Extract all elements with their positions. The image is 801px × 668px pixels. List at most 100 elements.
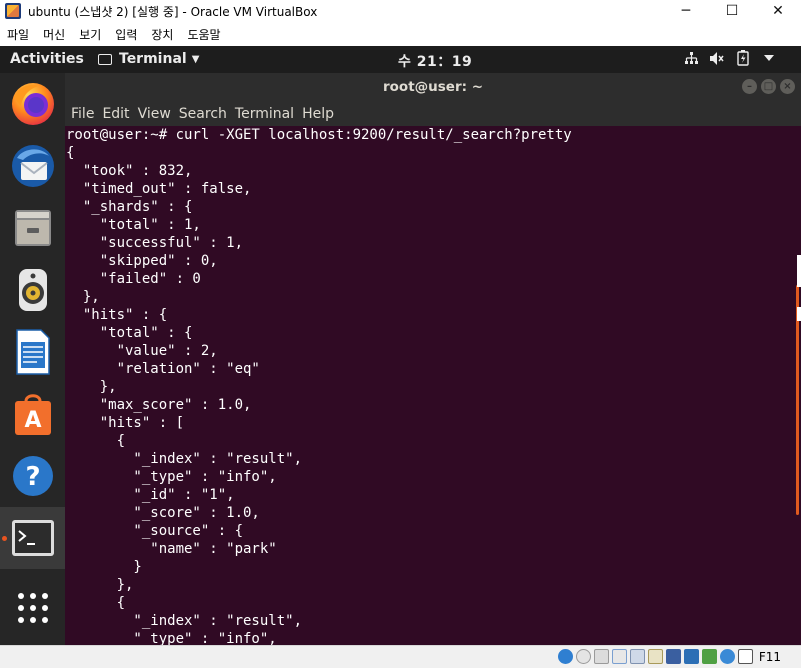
terminal-minimize-button[interactable]: – (742, 79, 757, 94)
close-button[interactable]: ✕ (755, 0, 801, 22)
terminal-line: { (66, 595, 126, 611)
menu-view[interactable]: 보기 (72, 26, 108, 43)
network-icon (683, 50, 699, 66)
terminal-line: "max_score" : 1.0, (66, 397, 252, 413)
dock-item-software[interactable]: A (0, 383, 65, 445)
vbox-menubar: 파일 머신 보기 입력 장치 도움말 (0, 22, 801, 46)
clock[interactable]: 수 21：19 (398, 51, 472, 71)
window-controls: ─ ☐ ✕ (663, 0, 801, 22)
shared-folders-icon[interactable] (647, 649, 663, 664)
terminal-line: } (66, 559, 142, 575)
terminal-line: "hits" : [ (66, 415, 185, 431)
menu-input[interactable]: 입력 (108, 26, 144, 43)
dock-item-firefox[interactable] (0, 73, 65, 135)
dock-item-rhythmbox[interactable] (0, 259, 65, 321)
terminal-line: { (66, 433, 126, 449)
system-tray[interactable] (683, 50, 777, 66)
terminal-line: "_source" : { (66, 523, 244, 539)
terminal-line: "timed_out" : false, (66, 181, 252, 197)
dock-item-help[interactable]: ? (0, 445, 65, 507)
terminal-line: "_index" : "result", (66, 451, 303, 467)
terminal-close-button[interactable]: × (780, 79, 795, 94)
minimize-button[interactable]: ─ (663, 0, 709, 22)
volume-muted-icon (709, 50, 725, 66)
svg-text:?: ? (25, 462, 40, 492)
terminal-menu-view[interactable]: View (132, 106, 173, 122)
virtualbox-icon (5, 3, 21, 19)
running-indicator (2, 536, 7, 541)
cpu-icon[interactable] (701, 649, 717, 664)
usb-icon[interactable] (629, 649, 645, 664)
hard-disk-icon[interactable] (557, 649, 573, 664)
vbox-titlebar: ubuntu (스냅샷 2) [실행 중] - Oracle VM Virtua… (0, 0, 801, 22)
terminal-menu-terminal[interactable]: Terminal (229, 106, 296, 122)
terminal-app-icon (98, 53, 112, 65)
software-icon: A (14, 394, 51, 435)
terminal-line: "skipped" : 0, (66, 253, 218, 269)
audio-icon[interactable] (593, 649, 609, 664)
terminal-line: { (66, 145, 75, 161)
optical-drive-icon[interactable] (575, 649, 591, 664)
terminal-menubar: File Edit View Search Terminal Help (65, 101, 801, 126)
dock-item-show-apps[interactable] (0, 577, 65, 639)
chevron-down-icon (761, 50, 777, 66)
maximize-button[interactable]: ☐ (709, 0, 755, 22)
mouse-integration-icon[interactable] (719, 649, 735, 664)
terminal-line: "failed" : 0 (66, 271, 201, 287)
dock-item-files[interactable] (0, 197, 65, 259)
terminal-line: "name" : "park" (66, 541, 277, 557)
dock: A ? (0, 73, 65, 645)
host-key-label: F11 (758, 649, 781, 664)
menu-devices[interactable]: 장치 (144, 26, 180, 43)
dock-item-thunderbird[interactable] (0, 135, 65, 197)
keyboard-capture-icon[interactable] (737, 649, 753, 664)
terminal-line: "successful" : 1, (66, 235, 244, 251)
terminal-line: root@user:~# curl -XGET localhost:9200/r… (66, 127, 572, 143)
terminal-line: "took" : 832, (66, 163, 193, 179)
menu-machine[interactable]: 머신 (36, 26, 72, 43)
terminal-line: "_index" : "result", (66, 613, 303, 629)
terminal-line: "total" : 1, (66, 217, 201, 233)
gnome-top-bar: Activities Terminal ▼ 수 21：19 (0, 46, 801, 73)
menu-help[interactable]: 도움말 (180, 26, 227, 43)
dock-item-writer[interactable] (0, 321, 65, 383)
firefox-icon (11, 83, 54, 125)
dock-item-terminal[interactable] (0, 507, 65, 569)
terminal-line: "hits" : { (66, 307, 168, 323)
terminal-line: "_type" : "info", (66, 631, 277, 645)
recording-icon[interactable] (683, 649, 699, 664)
writer-icon (15, 329, 50, 375)
terminal-maximize-button[interactable]: □ (761, 79, 776, 94)
terminal-output[interactable]: root@user:~# curl -XGET localhost:9200/r… (65, 126, 801, 645)
battery-icon (735, 50, 751, 66)
terminal-line: }, (66, 289, 100, 305)
display-icon[interactable] (665, 649, 681, 664)
terminal-line: "_id" : "1", (66, 487, 235, 503)
activities-button[interactable]: Activities (10, 51, 84, 67)
terminal-window: root@user: ~ – □ × File Edit View Search… (65, 73, 801, 645)
rhythmbox-icon (18, 269, 47, 311)
terminal-menu-file[interactable]: File (65, 106, 96, 122)
vbox-statusbar: F11 (0, 645, 801, 668)
app-menu-label: Terminal (119, 51, 187, 67)
terminal-menu-help[interactable]: Help (296, 106, 336, 122)
terminal-line: }, (66, 379, 117, 395)
show-apps-icon (17, 593, 48, 623)
terminal-icon (11, 520, 54, 556)
svg-text:A: A (24, 408, 41, 433)
terminal-line: "value" : 2, (66, 343, 218, 359)
help-icon: ? (12, 456, 53, 496)
network-adapter-icon[interactable] (611, 649, 627, 664)
terminal-titlebar[interactable]: root@user: ~ – □ × (65, 73, 801, 101)
app-menu-button[interactable]: Terminal ▼ (98, 51, 199, 67)
menu-file[interactable]: 파일 (0, 26, 36, 43)
terminal-menu-search[interactable]: Search (173, 106, 229, 122)
terminal-line: }, (66, 577, 134, 593)
chevron-down-icon: ▼ (191, 53, 200, 65)
terminal-line: "relation" : "eq" (66, 361, 260, 377)
files-icon (14, 210, 51, 246)
terminal-line: "total" : { (66, 325, 193, 341)
terminal-menu-edit[interactable]: Edit (96, 106, 131, 122)
status-indicators: F11 (557, 649, 781, 664)
terminal-line: "_shards" : { (66, 199, 193, 215)
